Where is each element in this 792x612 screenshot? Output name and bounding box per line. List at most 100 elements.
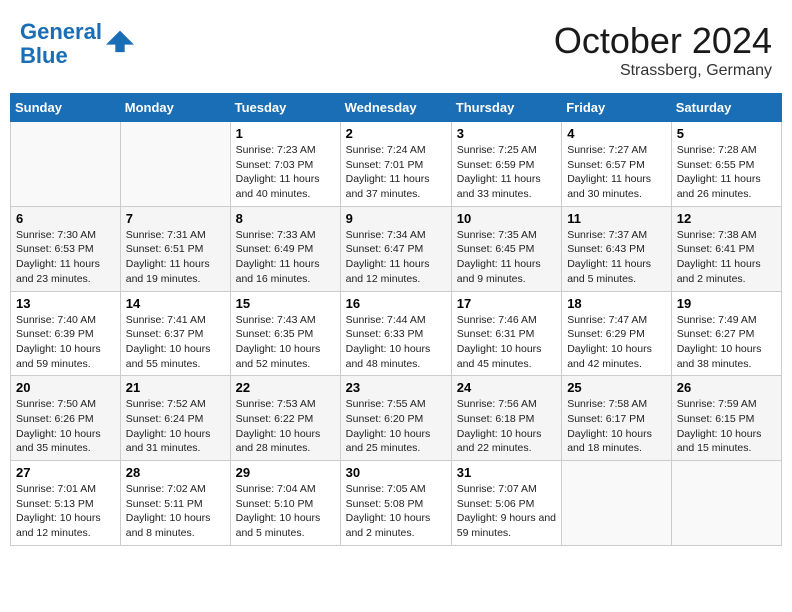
day-info: Sunrise: 7:40 AMSunset: 6:39 PMDaylight:… <box>16 313 115 372</box>
day-info: Sunrise: 7:33 AMSunset: 6:49 PMDaylight:… <box>236 228 335 287</box>
calendar-cell <box>562 461 672 546</box>
calendar-cell: 6 Sunrise: 7:30 AMSunset: 6:53 PMDaylight… <box>11 206 121 291</box>
day-info: Sunrise: 7:35 AMSunset: 6:45 PMDaylight:… <box>457 228 556 287</box>
calendar-cell: 26 Sunrise: 7:59 AMSunset: 6:15 PMDayligh… <box>671 376 781 461</box>
day-info: Sunrise: 7:43 AMSunset: 6:35 PMDaylight:… <box>236 313 335 372</box>
day-number: 5 <box>677 126 776 141</box>
weekday-header: Sunday <box>11 94 121 122</box>
logo-text: GeneralBlue <box>20 20 102 68</box>
day-number: 20 <box>16 380 115 395</box>
calendar-cell: 11Sunrise: 7:37 AMSunset: 6:43 PMDayligh… <box>562 206 672 291</box>
day-info: Sunrise: 7:49 AMSunset: 6:27 PMDaylight:… <box>677 313 776 372</box>
day-number: 10 <box>457 211 556 226</box>
day-number: 18 <box>567 296 666 311</box>
weekday-header: Friday <box>562 94 672 122</box>
calendar-cell: 5 Sunrise: 7:28 AMSunset: 6:55 PMDaylight… <box>671 122 781 207</box>
day-info: Sunrise: 7:59 AMSunset: 6:15 PMDaylight:… <box>677 397 776 456</box>
day-info: Sunrise: 7:23 AMSunset: 7:03 PMDaylight:… <box>236 143 335 202</box>
day-number: 15 <box>236 296 335 311</box>
day-info: Sunrise: 7:04 AMSunset: 5:10 PMDaylight:… <box>236 482 335 541</box>
day-info: Sunrise: 7:50 AMSunset: 6:26 PMDaylight:… <box>16 397 115 456</box>
day-info: Sunrise: 7:44 AMSunset: 6:33 PMDaylight:… <box>346 313 446 372</box>
day-number: 8 <box>236 211 335 226</box>
day-number: 21 <box>126 380 225 395</box>
day-info: Sunrise: 7:38 AMSunset: 6:41 PMDaylight:… <box>677 228 776 287</box>
day-number: 11 <box>567 211 666 226</box>
day-info: Sunrise: 7:01 AMSunset: 5:13 PMDaylight:… <box>16 482 115 541</box>
calendar-cell: 9Sunrise: 7:34 AMSunset: 6:47 PMDaylight… <box>340 206 451 291</box>
logo: GeneralBlue <box>20 20 134 68</box>
calendar-cell: 3Sunrise: 7:25 AMSunset: 6:59 PMDaylight… <box>451 122 561 207</box>
calendar-table: SundayMondayTuesdayWednesdayThursdayFrid… <box>10 93 782 546</box>
weekday-header: Tuesday <box>230 94 340 122</box>
day-info: Sunrise: 7:02 AMSunset: 5:11 PMDaylight:… <box>126 482 225 541</box>
calendar-cell: 30 Sunrise: 7:05 AMSunset: 5:08 PMDayligh… <box>340 461 451 546</box>
calendar-cell: 28 Sunrise: 7:02 AMSunset: 5:11 PMDayligh… <box>120 461 230 546</box>
calendar-week-row: 20 Sunrise: 7:50 AMSunset: 6:26 PMDayligh… <box>11 376 782 461</box>
calendar-week-row: 6 Sunrise: 7:30 AMSunset: 6:53 PMDaylight… <box>11 206 782 291</box>
day-number: 28 <box>126 465 225 480</box>
weekday-header-row: SundayMondayTuesdayWednesdayThursdayFrid… <box>11 94 782 122</box>
calendar-cell: 22Sunrise: 7:53 AMSunset: 6:22 PMDayligh… <box>230 376 340 461</box>
weekday-header: Monday <box>120 94 230 122</box>
day-info: Sunrise: 7:58 AMSunset: 6:17 PMDaylight:… <box>567 397 666 456</box>
day-info: Sunrise: 7:31 AMSunset: 6:51 PMDaylight:… <box>126 228 225 287</box>
day-info: Sunrise: 7:46 AMSunset: 6:31 PMDaylight:… <box>457 313 556 372</box>
day-info: Sunrise: 7:24 AMSunset: 7:01 PMDaylight:… <box>346 143 446 202</box>
day-number: 2 <box>346 126 446 141</box>
day-number: 6 <box>16 211 115 226</box>
calendar-cell: 31 Sunrise: 7:07 AMSunset: 5:06 PMDayligh… <box>451 461 561 546</box>
day-number: 17 <box>457 296 556 311</box>
day-number: 19 <box>677 296 776 311</box>
day-info: Sunrise: 7:28 AMSunset: 6:55 PMDaylight:… <box>677 143 776 202</box>
day-number: 31 <box>457 465 556 480</box>
day-info: Sunrise: 7:05 AMSunset: 5:08 PMDaylight:… <box>346 482 446 541</box>
day-info: Sunrise: 7:25 AMSunset: 6:59 PMDaylight:… <box>457 143 556 202</box>
day-number: 23 <box>346 380 446 395</box>
logo-icon <box>106 26 134 54</box>
day-number: 4 <box>567 126 666 141</box>
day-info: Sunrise: 7:07 AMSunset: 5:06 PMDaylight:… <box>457 482 556 541</box>
calendar-cell: 24 Sunrise: 7:56 AMSunset: 6:18 PMDayligh… <box>451 376 561 461</box>
day-info: Sunrise: 7:55 AMSunset: 6:20 PMDaylight:… <box>346 397 446 456</box>
day-number: 13 <box>16 296 115 311</box>
calendar-week-row: 1 Sunrise: 7:23 AMSunset: 7:03 PMDaylight… <box>11 122 782 207</box>
day-info: Sunrise: 7:52 AMSunset: 6:24 PMDaylight:… <box>126 397 225 456</box>
calendar-cell: 16 Sunrise: 7:44 AMSunset: 6:33 PMDayligh… <box>340 291 451 376</box>
calendar-cell: 19 Sunrise: 7:49 AMSunset: 6:27 PMDayligh… <box>671 291 781 376</box>
day-number: 16 <box>346 296 446 311</box>
calendar-cell: 25 Sunrise: 7:58 AMSunset: 6:17 PMDayligh… <box>562 376 672 461</box>
day-number: 30 <box>346 465 446 480</box>
day-info: Sunrise: 7:56 AMSunset: 6:18 PMDaylight:… <box>457 397 556 456</box>
day-info: Sunrise: 7:47 AMSunset: 6:29 PMDaylight:… <box>567 313 666 372</box>
weekday-header: Wednesday <box>340 94 451 122</box>
day-number: 26 <box>677 380 776 395</box>
month-title: October 2024 <box>554 20 772 62</box>
day-number: 12 <box>677 211 776 226</box>
calendar-cell: 18 Sunrise: 7:47 AMSunset: 6:29 PMDayligh… <box>562 291 672 376</box>
calendar-cell: 10 Sunrise: 7:35 AMSunset: 6:45 PMDayligh… <box>451 206 561 291</box>
calendar-week-row: 13 Sunrise: 7:40 AMSunset: 6:39 PMDayligh… <box>11 291 782 376</box>
day-info: Sunrise: 7:34 AMSunset: 6:47 PMDaylight:… <box>346 228 446 287</box>
calendar-cell <box>120 122 230 207</box>
calendar-cell <box>11 122 121 207</box>
day-number: 14 <box>126 296 225 311</box>
day-number: 7 <box>126 211 225 226</box>
calendar-cell: 2 Sunrise: 7:24 AMSunset: 7:01 PMDaylight… <box>340 122 451 207</box>
day-number: 24 <box>457 380 556 395</box>
day-info: Sunrise: 7:53 AMSunset: 6:22 PMDaylight:… <box>236 397 335 456</box>
day-info: Sunrise: 7:27 AMSunset: 6:57 PMDaylight:… <box>567 143 666 202</box>
weekday-header: Thursday <box>451 94 561 122</box>
calendar-cell: 15 Sunrise: 7:43 AMSunset: 6:35 PMDayligh… <box>230 291 340 376</box>
day-number: 1 <box>236 126 335 141</box>
calendar-cell: 14Sunrise: 7:41 AMSunset: 6:37 PMDayligh… <box>120 291 230 376</box>
day-info: Sunrise: 7:30 AMSunset: 6:53 PMDaylight:… <box>16 228 115 287</box>
location: Strassberg, Germany <box>554 62 772 80</box>
calendar-cell: 27 Sunrise: 7:01 AMSunset: 5:13 PMDayligh… <box>11 461 121 546</box>
day-number: 27 <box>16 465 115 480</box>
title-section: October 2024 Strassberg, Germany <box>554 20 772 80</box>
day-number: 29 <box>236 465 335 480</box>
calendar-cell: 13 Sunrise: 7:40 AMSunset: 6:39 PMDayligh… <box>11 291 121 376</box>
day-number: 25 <box>567 380 666 395</box>
weekday-header: Saturday <box>671 94 781 122</box>
